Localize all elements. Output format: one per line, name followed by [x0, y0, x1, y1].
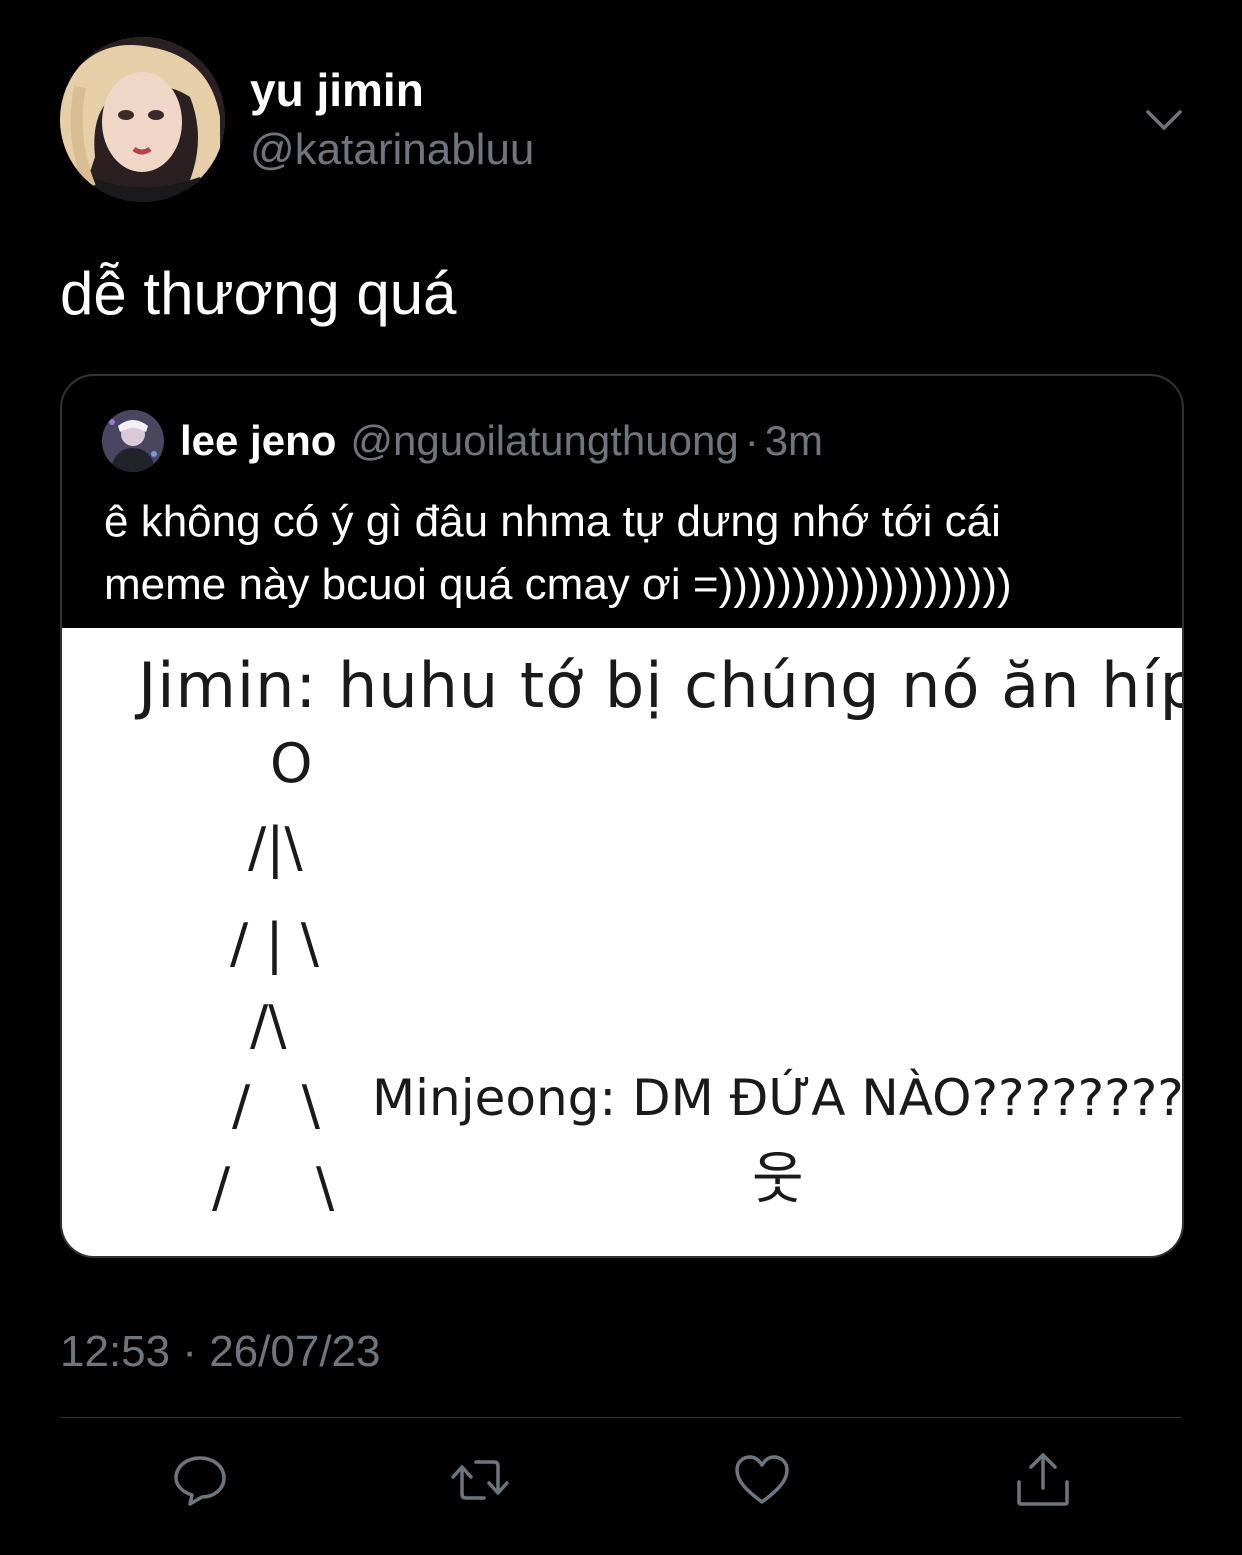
- stick-figure-part: O: [270, 732, 313, 795]
- retweet-button[interactable]: [450, 1450, 510, 1510]
- author-display-name[interactable]: yu jimin: [250, 62, 424, 118]
- meme-image[interactable]: Jimin: huhu tớ bị chúng nó ăn híp O /|\ …: [62, 628, 1182, 1256]
- author-avatar[interactable]: [60, 37, 225, 202]
- more-options-button[interactable]: [1140, 100, 1188, 140]
- stick-figure-part: /\: [250, 994, 287, 1057]
- quoted-author-handle: @nguoilatungthuong: [350, 417, 739, 464]
- share-button[interactable]: [1013, 1450, 1073, 1510]
- speech-bubble-icon: [174, 1456, 226, 1506]
- quoted-tweet-time: 3m: [764, 417, 824, 464]
- share-upload-icon: [1017, 1453, 1069, 1506]
- meme-caption-jimin: Jimin: huhu tớ bị chúng nó ăn híp: [138, 649, 1182, 722]
- meme-person-glyph: 웃: [752, 1147, 804, 1212]
- meme-caption-minjeong: Minjeong: DM ĐỨA NÀO????????: [372, 1069, 1182, 1127]
- profile-photo: [102, 410, 164, 472]
- action-divider: [60, 1417, 1182, 1418]
- chevron-down-icon: [1146, 110, 1182, 130]
- heart-icon: [735, 1455, 789, 1504]
- quoted-author-name: lee jeno: [180, 417, 337, 464]
- quoted-tweet-header: lee jeno @nguoilatungthuong · 3m: [180, 414, 823, 468]
- reply-button[interactable]: [170, 1450, 230, 1510]
- retweet-arrows-icon: [451, 1460, 509, 1500]
- tweet-timestamp[interactable]: 12:53 · 26/07/23: [60, 1324, 380, 1380]
- stick-figure-part: / | \: [230, 912, 319, 975]
- like-button[interactable]: [732, 1450, 792, 1510]
- tweet-text: dễ thương quá: [60, 260, 457, 327]
- stick-figure-part: /|\: [248, 816, 303, 879]
- quoted-tweet-card[interactable]: lee jeno @nguoilatungthuong · 3m ê không có…: [60, 374, 1184, 1258]
- quoted-text-line: meme này bcuoi quá cmay ơi =))))))))))))…: [104, 560, 1012, 609]
- quoted-tweet-text: ê không có ý gì đâu nhma tự dưng nhớ tới…: [104, 490, 1164, 616]
- header-separator: ·: [744, 417, 759, 464]
- quoted-text-line: ê không có ý gì đâu nhma tự dưng nhớ tới…: [104, 497, 1001, 546]
- author-handle[interactable]: @katarinabluu: [250, 122, 534, 178]
- profile-photo: [60, 37, 225, 202]
- quoted-author-avatar: [102, 410, 164, 472]
- stick-figure-part: / \: [212, 1156, 335, 1219]
- stick-figure-part: / \: [232, 1074, 320, 1137]
